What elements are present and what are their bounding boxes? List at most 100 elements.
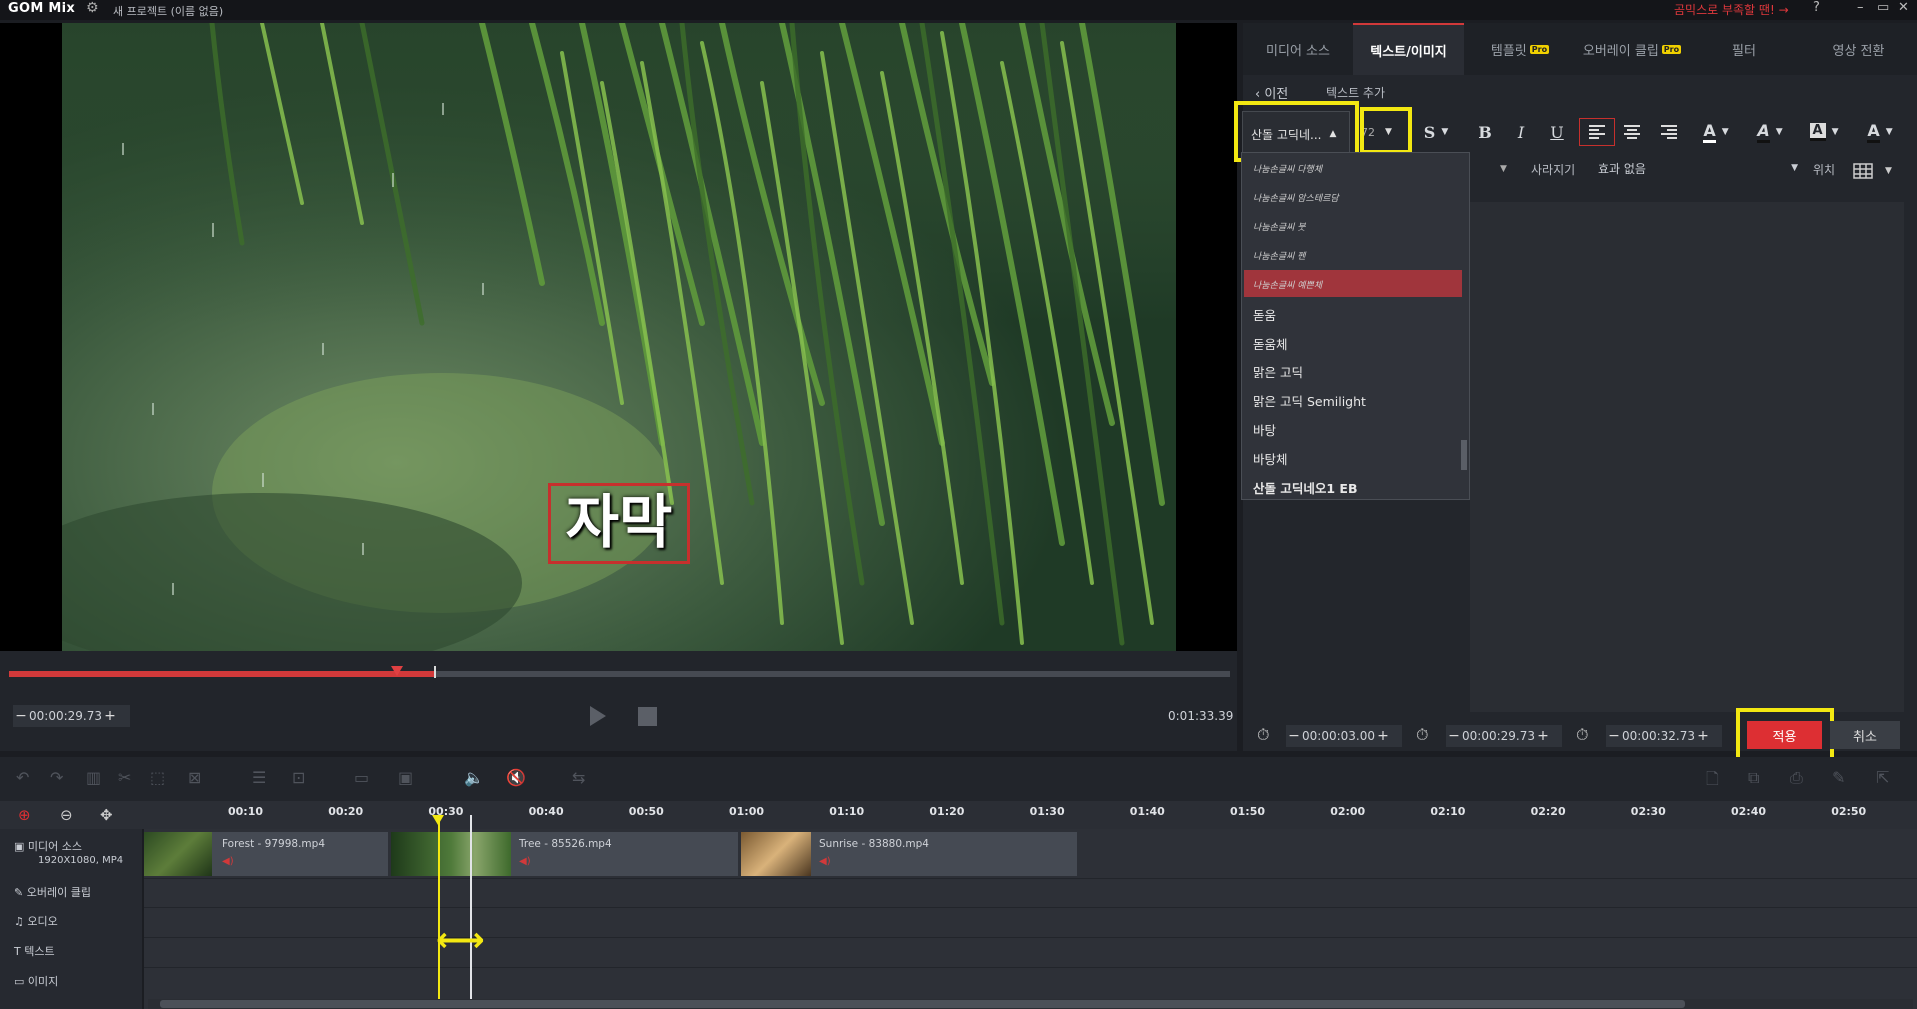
zoom-out-icon[interactable]: ⊖	[60, 806, 73, 824]
caret-down-icon: ▼	[1775, 127, 1783, 137]
resize-arrows-icon[interactable]: ⟷	[436, 920, 485, 960]
subtitle-text[interactable]: 자막	[552, 483, 686, 561]
image-track-icon: ▭	[14, 975, 28, 988]
playhead-line[interactable]	[438, 815, 440, 1009]
maximize-button[interactable]: ▭	[1877, 0, 1889, 15]
font-color-button[interactable]: A ▼	[1694, 118, 1738, 146]
zoom-in-icon[interactable]: ⊕	[18, 806, 31, 824]
tab-text-image[interactable]: 텍스트/이미지	[1353, 23, 1464, 75]
font-item[interactable]: 나눔손글씨 다행체	[1253, 162, 1322, 175]
underline-button[interactable]: U	[1542, 118, 1572, 146]
promo-link[interactable]: 곰믹스로 부족할 땐! →	[1674, 1, 1789, 18]
export-icon[interactable]: ⇱	[1876, 768, 1889, 787]
timeline-scrollbar-thumb[interactable]	[160, 1000, 1685, 1008]
progress-handle[interactable]	[391, 666, 403, 676]
help-button[interactable]: ?	[1813, 0, 1820, 15]
font-item[interactable]: 나눔손글씨 붓	[1253, 220, 1306, 233]
font-item[interactable]: 산돌 고딕네오1 EB	[1253, 478, 1357, 497]
clip-tree[interactable]: Tree - 85526.mp4 ◀)	[391, 832, 738, 876]
undo-icon[interactable]: ↶	[16, 768, 29, 787]
back-button[interactable]: ‹ 이전	[1255, 83, 1288, 102]
copy-icon[interactable]: ⧉	[1748, 768, 1759, 788]
ruler-tick-label: 01:50	[1230, 805, 1266, 818]
tab-filter[interactable]: 필터	[1688, 23, 1800, 75]
plus-icon[interactable]: +	[1535, 728, 1551, 744]
font-item[interactable]: 돋움체	[1253, 334, 1288, 353]
image-icon[interactable]: ▭	[354, 768, 369, 787]
minimize-button[interactable]: –	[1857, 0, 1864, 15]
clip-forest[interactable]: Forest - 97998.mp4 ◀)	[144, 832, 388, 876]
effect-select[interactable]: 효과 없음 ▼	[1598, 157, 1798, 179]
duration-stepper[interactable]: −00:00:03.00 +	[1286, 725, 1402, 747]
close-button[interactable]: ✕	[1898, 0, 1909, 15]
font-item[interactable]: 돋움	[1253, 305, 1276, 324]
edit-icon[interactable]: ✎	[1832, 768, 1845, 787]
ruler-tick-label: 02:40	[1731, 805, 1767, 818]
current-time-stepper[interactable]: − 00:00:29.73 +	[13, 705, 130, 727]
volume-icon[interactable]: 🔈	[464, 768, 484, 787]
italic-button[interactable]: I	[1506, 118, 1536, 146]
frame-icon[interactable]: ▣	[398, 768, 413, 787]
clip-thumbnail	[391, 832, 511, 876]
minus-icon[interactable]: −	[1606, 728, 1622, 744]
outline-color-button[interactable]: A ▼	[1748, 118, 1792, 146]
clip-sunrise[interactable]: Sunrise - 83880.mp4 ◀)	[741, 832, 1077, 876]
stop-button[interactable]	[638, 707, 657, 726]
save-icon[interactable]: ⎙	[1790, 768, 1803, 788]
film-icon: ▣	[14, 840, 28, 853]
duration-icon: ⏱	[1257, 725, 1270, 744]
caret-down-icon[interactable]: ▼	[1500, 164, 1507, 174]
play-button[interactable]	[590, 706, 606, 726]
font-item[interactable]: 나눔손글씨 펜	[1253, 249, 1306, 262]
font-item[interactable]: 바탕체	[1253, 449, 1288, 468]
align-left-button[interactable]	[1579, 118, 1615, 146]
audio-icon: ◀)	[819, 856, 831, 867]
align-center-button[interactable]	[1617, 118, 1647, 146]
start-time-stepper[interactable]: −00:00:29.73 +	[1446, 725, 1562, 747]
font-item[interactable]: 바탕	[1253, 420, 1276, 439]
dropdown-scrollbar[interactable]	[1461, 440, 1467, 470]
ruler-tick-label: 01:30	[1029, 805, 1065, 818]
gear-icon[interactable]: ⚙	[86, 0, 99, 16]
font-item[interactable]: 맑은 고딕	[1253, 362, 1303, 381]
tab-transition[interactable]: 영상 전환	[1800, 23, 1917, 75]
crop-icon[interactable]: ⊡	[292, 768, 305, 787]
aspect-icon[interactable]: ⇆	[572, 768, 585, 787]
shadow-button[interactable]: S ▼	[1418, 118, 1454, 146]
adjust-icon[interactable]: ☰	[252, 768, 266, 787]
text-color-button[interactable]: A ▼	[1858, 118, 1902, 146]
minus-icon[interactable]: −	[1446, 728, 1462, 744]
minus-icon[interactable]: −	[1286, 728, 1302, 744]
split-icon[interactable]: ⊠	[188, 768, 201, 787]
font-dropdown[interactable]	[1241, 152, 1470, 500]
position-select[interactable]: ▼	[1853, 160, 1901, 182]
plus-icon[interactable]: +	[102, 708, 118, 724]
ruler-tick-label: 01:20	[929, 805, 965, 818]
font-item[interactable]: 맑은 고딕 Semilight	[1253, 391, 1366, 410]
cancel-button[interactable]: 취소	[1830, 721, 1900, 749]
current-time[interactable]: 00:00:29.73	[29, 709, 102, 723]
tab-template[interactable]: 템플릿 Pro	[1464, 23, 1576, 75]
text-edit-area[interactable]	[1470, 202, 1904, 712]
cut-icon[interactable]: ✂	[118, 768, 131, 787]
align-center-icon	[1624, 125, 1640, 139]
font-item[interactable]: 나눔손글씨 암스테르담	[1253, 191, 1339, 204]
fit-icon[interactable]: ✥	[100, 806, 113, 824]
plus-icon[interactable]: +	[1375, 728, 1391, 744]
font-item-selected[interactable]: 나눔손글씨 예쁜체	[1253, 278, 1322, 291]
end-time-stepper[interactable]: −00:00:32.73 +	[1606, 725, 1722, 747]
plus-icon[interactable]: +	[1695, 728, 1711, 744]
minus-icon[interactable]: −	[13, 708, 29, 724]
align-right-button[interactable]	[1654, 118, 1684, 146]
select-icon[interactable]: ⬚	[150, 768, 165, 787]
background-color-button[interactable]: A ▼	[1802, 118, 1846, 146]
new-file-icon[interactable]: 🗋	[1706, 768, 1719, 795]
tab-overlay-clip[interactable]: 오버레이 클립 Pro	[1576, 23, 1688, 75]
tab-media-source[interactable]: 미디어 소스	[1243, 23, 1353, 75]
redo-icon[interactable]: ↷	[50, 768, 63, 787]
bold-button[interactable]: B	[1470, 118, 1500, 146]
delete-icon[interactable]: ▥	[86, 768, 101, 787]
clip-thumbnail	[144, 832, 212, 876]
text-range-end-line[interactable]	[470, 815, 472, 1009]
mute-icon[interactable]: 🔇	[506, 768, 526, 787]
